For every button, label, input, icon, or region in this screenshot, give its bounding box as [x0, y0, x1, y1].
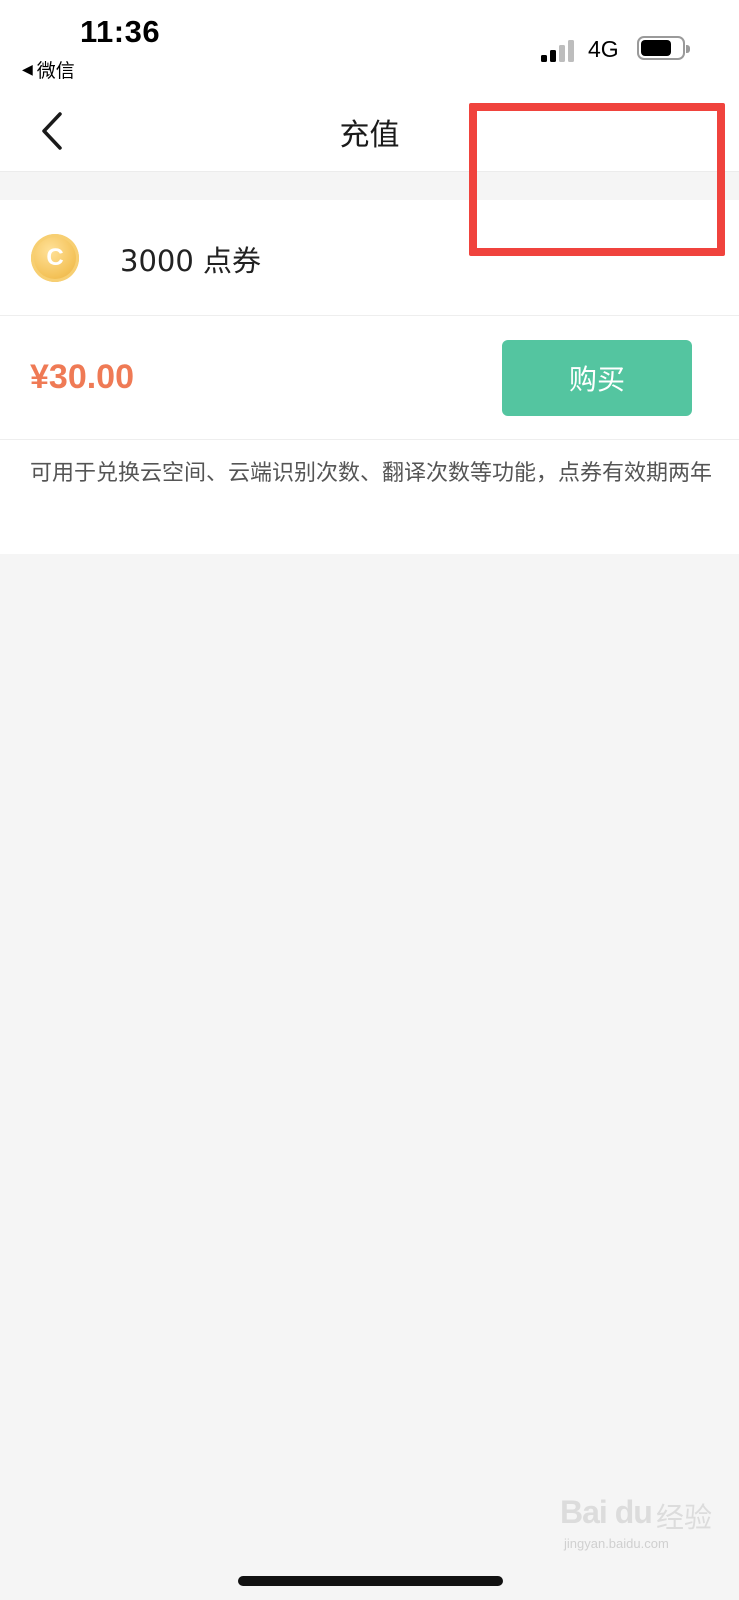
- coin-icon: C: [31, 234, 79, 282]
- coin-letter: C: [46, 244, 64, 271]
- watermark-cn: 经验: [656, 1501, 713, 1534]
- status-bar: 11:36 ◀ 微信 4G: [0, 0, 739, 88]
- back-triangle-icon: ◀: [22, 61, 33, 78]
- network-type: 4G: [588, 36, 619, 62]
- back-to-app-link[interactable]: ◀ 微信: [22, 56, 75, 83]
- battery-icon: [637, 36, 690, 60]
- baidu-watermark: Bai du 经验 jingyan.baidu.com: [560, 1494, 720, 1560]
- watermark-url: jingyan.baidu.com: [564, 1536, 669, 1551]
- price-label: ¥30.00: [30, 358, 134, 396]
- watermark-main: Bai du: [560, 1494, 653, 1530]
- home-indicator[interactable]: [238, 1576, 503, 1586]
- price-row: ¥30.00 购买: [0, 316, 739, 440]
- product-description: 可用于兑换云空间、云端识别次数、翻译次数等功能，点券有效期两年: [30, 461, 713, 486]
- signal-bars-icon: [541, 38, 577, 62]
- buy-button[interactable]: 购买: [502, 340, 692, 416]
- highlight-box: [469, 103, 725, 256]
- status-time: 11:36: [80, 14, 161, 49]
- product-name: 3000 点券: [120, 244, 262, 278]
- back-app-label: 微信: [36, 60, 75, 82]
